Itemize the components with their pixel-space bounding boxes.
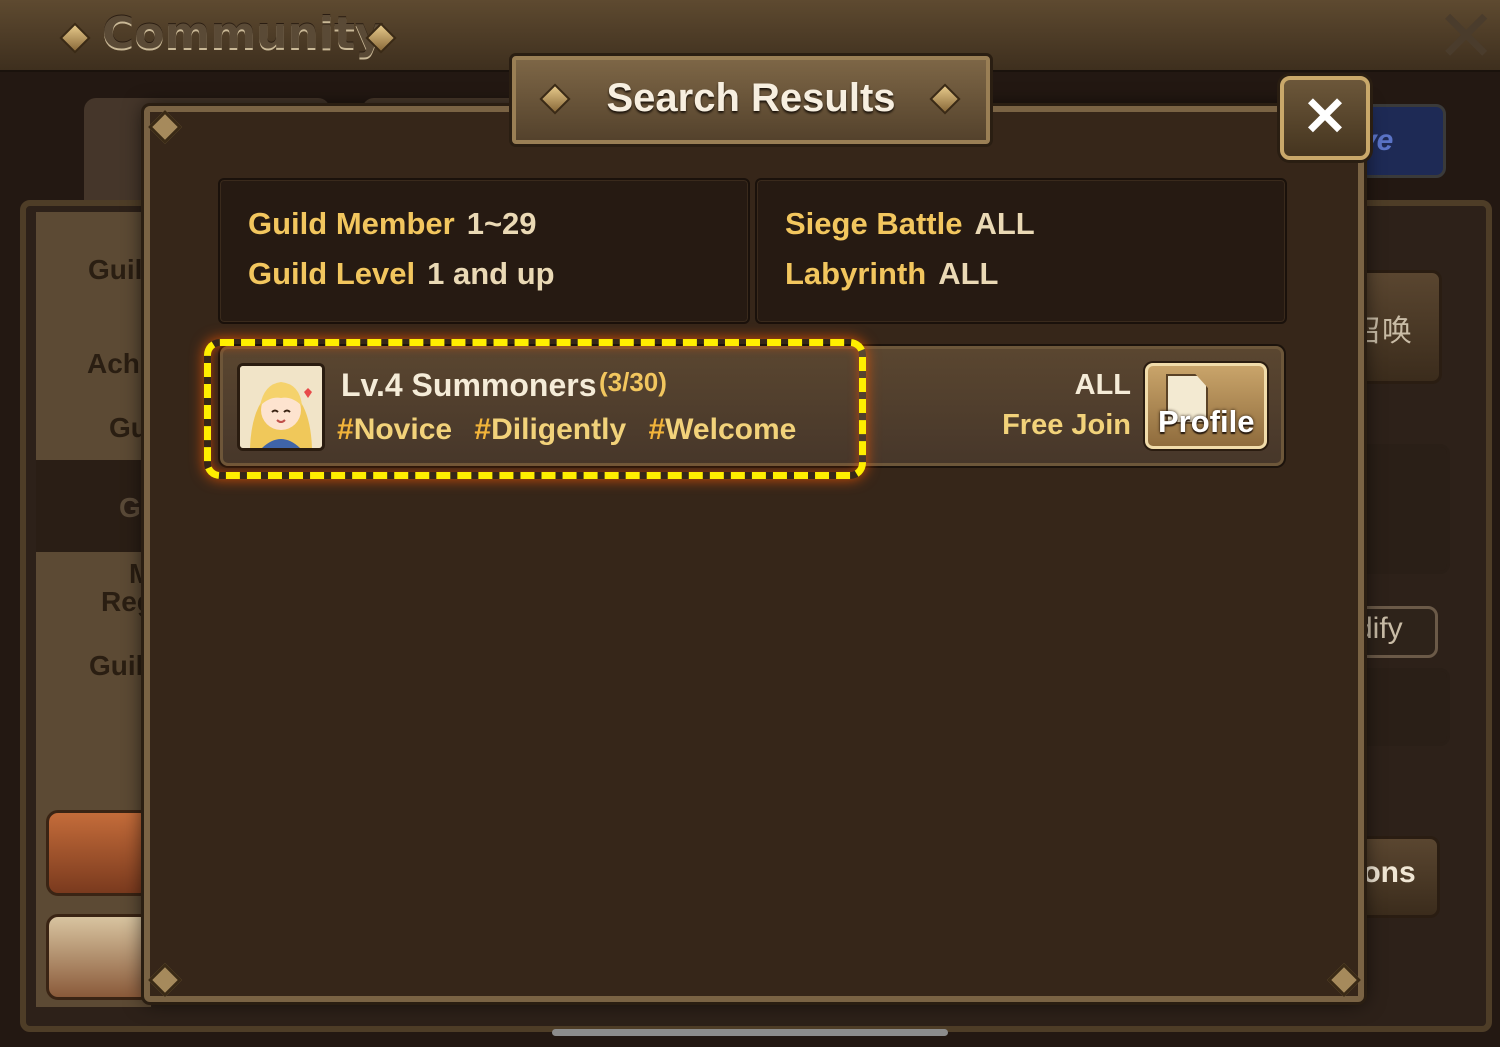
dialog-title-plate: Search Results [512,56,990,144]
profile-button[interactable]: Profile [1145,363,1267,449]
potion-icon[interactable] [46,914,152,1000]
bg-menu-item: Guil [89,650,144,681]
filter-row: Guild Member 1~29 [248,206,537,242]
corner-ornament-icon [148,963,182,997]
bg-menu-item: Gu [109,412,148,443]
close-community-icon[interactable]: ✕ [1436,0,1496,72]
join-level: ALL [1074,369,1131,401]
profile-button-label: Profile [1158,404,1255,439]
bg-menu-item: Achi [87,348,148,379]
bg-menu-item: Guil [88,254,143,285]
dialog-title: Search Results [606,76,896,120]
filter-row: Labyrinth ALL [785,256,999,292]
page-title: Community [102,8,384,59]
bg-menu-item: G [119,492,141,523]
filter-value: ALL [974,206,1035,241]
gift-box-icon[interactable] [46,810,152,896]
filter-summary-right: Siege Battle ALL Labyrinth ALL [755,178,1287,324]
filter-label: Guild Level [248,256,416,291]
filter-row: Siege Battle ALL [785,206,1035,242]
join-type: Free Join [1002,409,1131,441]
filter-row: Guild Level 1 and up [248,256,555,292]
filter-value: 1~29 [466,206,537,241]
filter-label: Guild Member [248,206,455,241]
filter-label: Labyrinth [785,256,927,291]
highlight-box [204,339,866,479]
diamond-ornament-icon [59,22,91,54]
filter-value: 1 and up [427,256,555,291]
filter-value: ALL [938,256,999,291]
corner-ornament-icon [1327,963,1361,997]
corner-ornament-icon [148,110,182,144]
close-button[interactable]: ✕ [1280,76,1370,160]
home-indicator[interactable] [552,1029,948,1036]
filter-summary-left: Guild Member 1~29 Guild Level 1 and up [218,178,750,324]
filter-label: Siege Battle [785,206,963,241]
